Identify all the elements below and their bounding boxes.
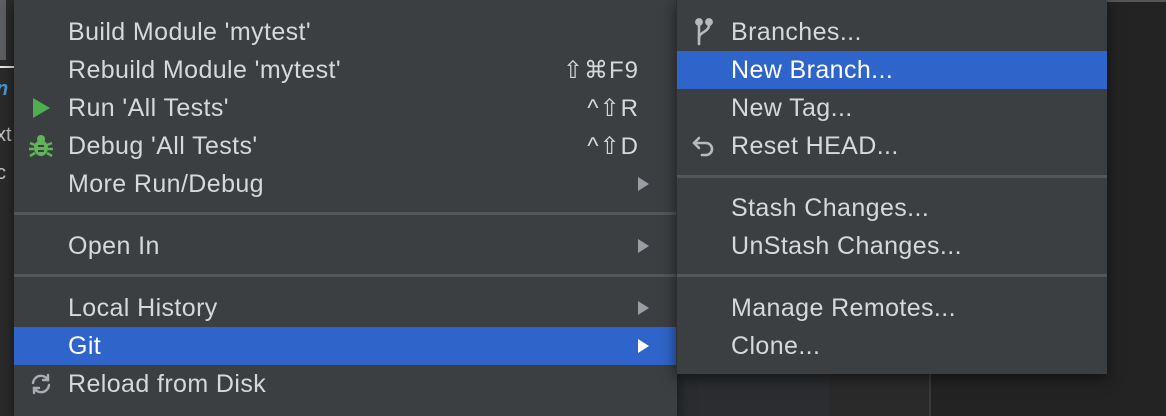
- submenu-item-manage-remotes[interactable]: Manage Remotes...: [677, 289, 1107, 327]
- menu-item-debug-all-tests[interactable]: Debug 'All Tests' ^⇧D: [14, 127, 677, 165]
- reload-icon: [26, 369, 56, 399]
- menu-separator: [677, 175, 1107, 178]
- panel-background: [830, 370, 930, 416]
- context-menu: Build Module 'mytest' Rebuild Module 'my…: [14, 0, 677, 416]
- menu-item-label: Stash Changes...: [731, 193, 930, 222]
- menu-item-run-all-tests[interactable]: Run 'All Tests' ^⇧R: [14, 89, 677, 127]
- submenu-item-branches[interactable]: Branches...: [677, 13, 1107, 51]
- submenu-arrow-icon: [638, 239, 649, 253]
- menu-item-label: UnStash Changes...: [731, 231, 962, 260]
- editor-text-fragment: n: [0, 78, 8, 101]
- menu-separator: [14, 274, 677, 277]
- submenu-item-unstash-changes[interactable]: UnStash Changes...: [677, 227, 1107, 265]
- menu-item-reload-from-disk[interactable]: Reload from Disk: [14, 365, 677, 403]
- editor-gutter-strip: [0, 0, 6, 60]
- menu-item-label: Manage Remotes...: [731, 293, 956, 322]
- menu-item-label: Branches...: [731, 17, 862, 46]
- shortcut-label: ⇧⌘F9: [562, 56, 639, 84]
- editor-gutter-line: [0, 66, 14, 68]
- editor-text-fragment: xt: [0, 124, 12, 146]
- menu-item-label: Reload from Disk: [68, 369, 267, 398]
- menu-item-more-run-debug[interactable]: More Run/Debug: [14, 165, 677, 203]
- panel-divider: [929, 370, 931, 416]
- menu-item-label: Build Module 'mytest': [68, 17, 312, 46]
- menu-item-label: More Run/Debug: [68, 169, 264, 198]
- menu-item-label: New Tag...: [731, 93, 853, 122]
- undo-icon: [689, 131, 719, 161]
- debug-bug-icon: [26, 131, 56, 161]
- menu-item-rebuild-module[interactable]: Rebuild Module 'mytest' ⇧⌘F9: [14, 51, 677, 89]
- menu-item-label: Clone...: [731, 331, 821, 360]
- menu-item-label: Run 'All Tests': [68, 93, 229, 122]
- menu-item-label: Rebuild Module 'mytest': [68, 55, 342, 84]
- menu-item-label: Open In: [68, 231, 160, 260]
- submenu-arrow-icon: [638, 301, 649, 315]
- run-icon: [26, 93, 56, 123]
- submenu-item-stash-changes[interactable]: Stash Changes...: [677, 189, 1107, 227]
- menu-item-local-history[interactable]: Local History: [14, 289, 677, 327]
- menu-separator: [14, 212, 677, 215]
- submenu-item-new-tag[interactable]: New Tag...: [677, 89, 1107, 127]
- submenu-item-clone[interactable]: Clone...: [677, 327, 1107, 365]
- shortcut-label: ^⇧D: [587, 132, 639, 160]
- git-submenu: Branches... New Branch... New Tag... Res…: [676, 0, 1107, 374]
- branch-icon: [689, 17, 719, 47]
- submenu-arrow-icon: [638, 339, 649, 353]
- menu-item-label: New Branch...: [731, 55, 894, 84]
- editor-background-left: [0, 0, 14, 416]
- panel-top-border: [1106, 0, 1166, 2]
- menu-item-open-in[interactable]: Open In: [14, 227, 677, 265]
- submenu-item-new-branch[interactable]: New Branch...: [677, 51, 1107, 89]
- menu-item-git[interactable]: Git: [14, 327, 677, 365]
- shortcut-label: ^⇧R: [587, 94, 639, 122]
- menu-item-label: Local History: [68, 293, 218, 322]
- menu-item-build-module[interactable]: Build Module 'mytest': [14, 13, 677, 51]
- menu-item-label: Debug 'All Tests': [68, 131, 258, 160]
- menu-item-label: Git: [68, 331, 102, 360]
- submenu-item-reset-head[interactable]: Reset HEAD...: [677, 127, 1107, 165]
- menu-item-label: Reset HEAD...: [731, 131, 899, 160]
- menu-separator: [677, 274, 1107, 277]
- submenu-arrow-icon: [638, 177, 649, 191]
- editor-text-fragment: c: [0, 162, 6, 184]
